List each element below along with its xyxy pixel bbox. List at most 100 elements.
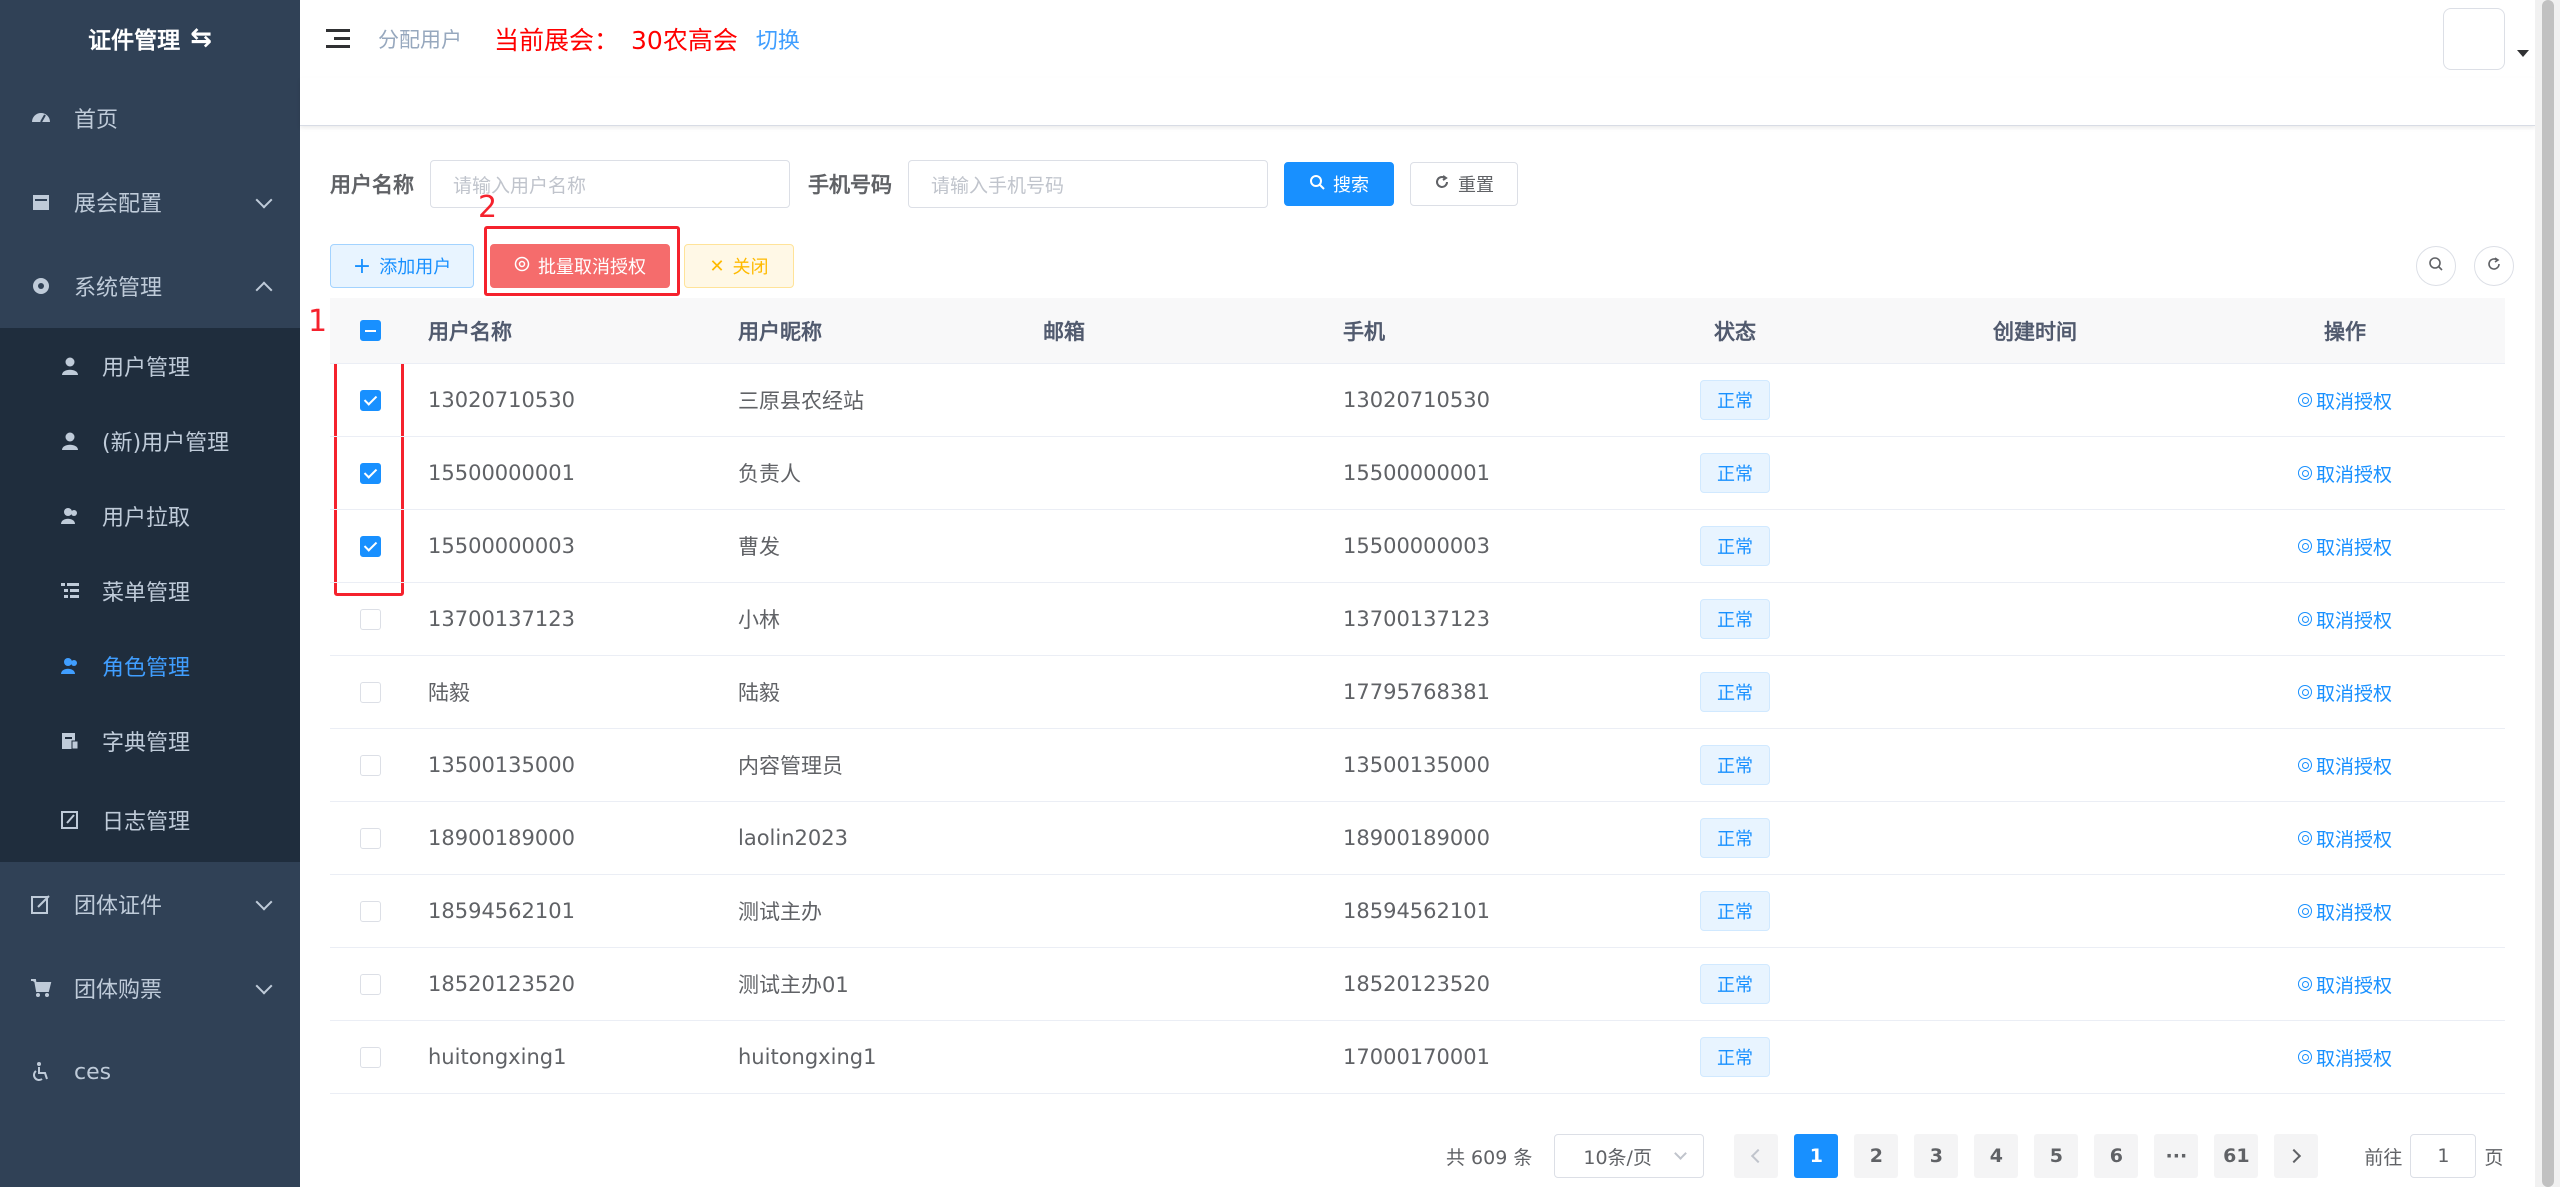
avatar[interactable] <box>2443 8 2505 70</box>
sidebar-item-menu-manage[interactable]: 菜单管理 <box>0 553 300 628</box>
cell-status: 正常 <box>1585 599 1885 639</box>
sidebar-item-group-cert[interactable]: 团体证件 <box>0 862 300 946</box>
scrollbar[interactable] <box>2535 0 2560 1187</box>
table-header: 用户名称 用户昵称 邮箱 手机 状态 创建时间 操作 <box>330 298 2505 364</box>
page-button[interactable]: 5 <box>2034 1134 2079 1178</box>
revoke-auth-label: 取消授权 <box>2315 682 2392 705</box>
add-user-button[interactable]: + 添加用户 <box>330 244 474 288</box>
row-select-cell <box>330 389 410 411</box>
sidebar-item-new-user-manage[interactable]: (新)用户管理 <box>0 403 300 478</box>
sidebar-item-home[interactable]: 首页 <box>0 76 300 160</box>
next-page-button[interactable] <box>2274 1134 2319 1178</box>
prev-page-button[interactable] <box>1734 1134 1779 1178</box>
sidebar-item-label: 首页 <box>74 108 119 133</box>
sidebar-item-label: 用户拉取 <box>102 505 191 531</box>
gear-icon <box>28 273 54 299</box>
row-select-cell <box>330 900 410 922</box>
cell-nickname: huitongxing1 <box>738 1045 877 1069</box>
row-checkbox[interactable] <box>359 681 381 703</box>
refresh-table-button[interactable] <box>2474 246 2514 286</box>
row-checkbox[interactable] <box>359 389 381 411</box>
cell-operation: 取消授权 <box>2185 606 2505 633</box>
table-row: 13020710530 三原县农经站 13020710530 正常 取消授权 <box>330 364 2505 437</box>
search-button[interactable]: 搜索 <box>1284 162 1394 206</box>
row-checkbox[interactable] <box>359 462 381 484</box>
cell-username: 13020710530 <box>428 388 575 412</box>
sidebar-item-role-manage[interactable]: 角色管理 <box>0 628 300 703</box>
total-count: 共 609 条 <box>1446 1146 1533 1169</box>
table-row: 13500135000 内容管理员 13500135000 正常 取消授权 <box>330 729 2505 802</box>
page-size-select[interactable]: 10条/页 <box>1554 1134 1705 1178</box>
row-checkbox[interactable] <box>359 900 381 922</box>
page-button[interactable]: 4 <box>1974 1134 2019 1178</box>
page-button[interactable]: 6 <box>2094 1134 2139 1178</box>
page-button[interactable]: 3 <box>1914 1134 1959 1178</box>
revoke-auth-link[interactable]: 取消授权 <box>2297 825 2392 852</box>
annotation-number-1: 1 <box>308 304 328 339</box>
reset-button-label: 重置 <box>1458 175 1494 196</box>
phone-input[interactable]: 请输入手机号码 <box>908 160 1268 208</box>
page-more-button[interactable]: ··· <box>2154 1134 2199 1178</box>
revoke-auth-link[interactable]: 取消授权 <box>2297 460 2392 487</box>
sidebar-item-dict-manage[interactable]: 字典管理 <box>0 703 300 778</box>
select-all-checkbox[interactable] <box>359 320 381 341</box>
circle-close-icon <box>2297 831 2312 845</box>
status-badge: 正常 <box>1700 891 1770 931</box>
search-icon <box>1309 174 1325 195</box>
sidebar-item-system[interactable]: 系统管理 <box>0 244 300 328</box>
revoke-auth-link[interactable]: 取消授权 <box>2297 898 2392 925</box>
close-button[interactable]: ✕ 关闭 <box>684 244 794 288</box>
col-username: 用户名称 <box>428 319 512 344</box>
revoke-auth-label: 取消授权 <box>2315 1047 2392 1070</box>
cell-nickname: 三原县农经站 <box>738 389 864 413</box>
caret-down-icon[interactable] <box>2517 50 2529 57</box>
row-checkbox[interactable] <box>359 1046 381 1068</box>
page-button[interactable]: 61 <box>2214 1134 2259 1178</box>
cell-status: 正常 <box>1585 891 1885 931</box>
page-button[interactable]: 2 <box>1854 1134 1899 1178</box>
revoke-auth-link[interactable]: 取消授权 <box>2297 752 2392 779</box>
brand[interactable]: 证件管理 ⇆ <box>0 0 300 76</box>
sidebar-item-group-ticket[interactable]: 团体购票 <box>0 946 300 1030</box>
col-status: 状态 <box>1714 319 1756 344</box>
row-checkbox[interactable] <box>359 973 381 995</box>
hamburger-icon[interactable] <box>326 29 350 49</box>
row-checkbox[interactable] <box>359 535 381 557</box>
cell-operation: 取消授权 <box>2185 1044 2505 1071</box>
cell-username: 18900189000 <box>428 826 575 850</box>
revoke-auth-link[interactable]: 取消授权 <box>2297 606 2392 633</box>
scrollbar-thumb[interactable] <box>2542 0 2554 1187</box>
sidebar-item-user-pull[interactable]: 用户拉取 <box>0 478 300 553</box>
reset-button[interactable]: 重置 <box>1410 162 1518 206</box>
row-checkbox[interactable] <box>359 754 381 776</box>
switch-expo-link[interactable]: 切换 <box>756 23 800 55</box>
goto-page-input[interactable]: 1 <box>2410 1134 2477 1178</box>
log-icon <box>58 808 82 832</box>
sidebar-item-expo-config[interactable]: 展会配置 <box>0 160 300 244</box>
cell-username: 18520123520 <box>428 972 575 996</box>
revoke-auth-link[interactable]: 取消授权 <box>2297 387 2392 414</box>
sidebar-item-log-manage[interactable]: 日志管理 <box>0 778 300 862</box>
cell-operation: 取消授权 <box>2185 387 2505 414</box>
row-checkbox[interactable] <box>359 608 381 630</box>
cell-operation: 取消授权 <box>2185 971 2505 998</box>
cell-status: 正常 <box>1585 672 1885 712</box>
col-operation: 操作 <box>2324 319 2366 344</box>
revoke-auth-link[interactable]: 取消授权 <box>2297 533 2392 560</box>
highlight-box-2 <box>484 226 680 296</box>
page-button[interactable]: 1 <box>1794 1134 1839 1178</box>
sidebar-item-ces[interactable]: ces <box>0 1030 300 1114</box>
revoke-auth-label: 取消授权 <box>2315 463 2392 486</box>
revoke-auth-link[interactable]: 取消授权 <box>2297 1044 2392 1071</box>
toggle-search-button[interactable] <box>2416 246 2456 286</box>
revoke-auth-link[interactable]: 取消授权 <box>2297 971 2392 998</box>
revoke-auth-link[interactable]: 取消授权 <box>2297 679 2392 706</box>
sidebar-item-user-manage[interactable]: 用户管理 <box>0 328 300 403</box>
status-badge: 正常 <box>1700 380 1770 420</box>
sidebar-item-label: ces <box>74 1059 112 1085</box>
cell-phone: 17000170001 <box>1343 1045 1490 1069</box>
cell-nickname: laolin2023 <box>738 826 848 850</box>
row-checkbox[interactable] <box>359 827 381 849</box>
cell-status: 正常 <box>1585 453 1885 493</box>
sidebar-item-label: 团体证件 <box>74 894 163 919</box>
